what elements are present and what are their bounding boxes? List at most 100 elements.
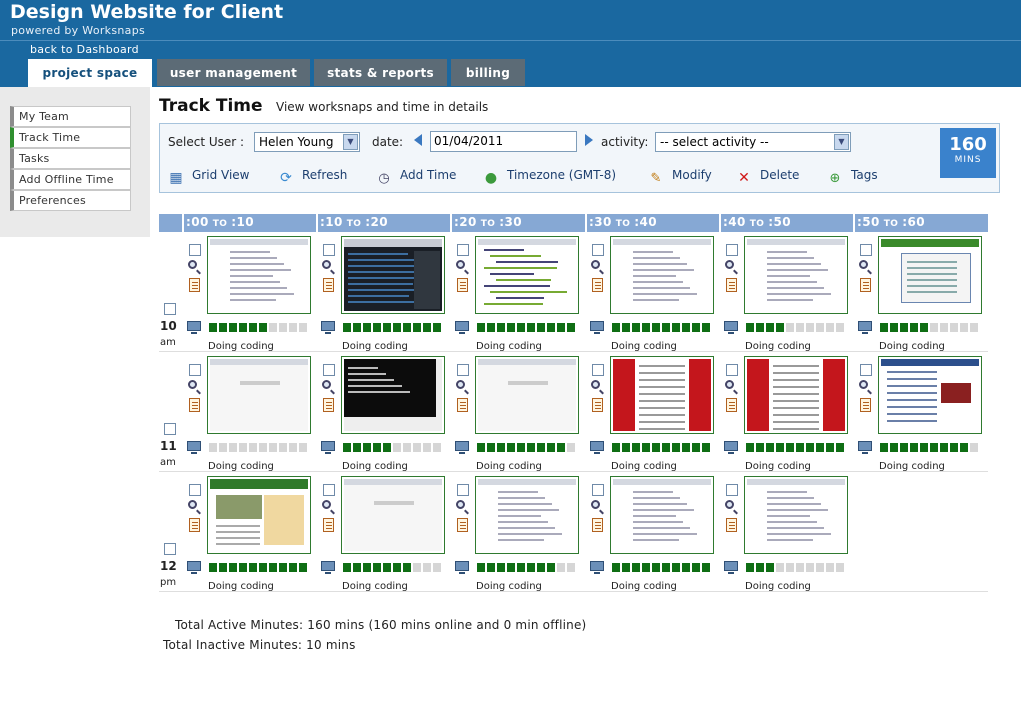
notes-icon[interactable]	[457, 278, 468, 292]
slot-checkbox[interactable]	[592, 244, 604, 256]
notes-icon[interactable]	[726, 398, 737, 412]
screenshot-thumbnail[interactable]	[341, 356, 445, 434]
notes-icon[interactable]	[323, 518, 334, 532]
zoom-icon[interactable]	[322, 260, 331, 269]
sidebar-item-track-time[interactable]: Track Time	[10, 127, 131, 148]
slot-checkbox[interactable]	[726, 484, 738, 496]
slot-checkbox[interactable]	[189, 244, 201, 256]
monitor-icon[interactable]	[455, 441, 469, 454]
zoom-icon[interactable]	[188, 380, 197, 389]
row-select-checkbox[interactable]	[164, 423, 176, 435]
notes-icon[interactable]	[323, 278, 334, 292]
zoom-icon[interactable]	[456, 500, 465, 509]
screenshot-thumbnail[interactable]	[878, 356, 982, 434]
zoom-icon[interactable]	[591, 260, 600, 269]
slot-checkbox[interactable]	[323, 364, 335, 376]
monitor-icon[interactable]	[187, 321, 201, 334]
delete-button[interactable]: ✕ Delete	[736, 168, 799, 186]
notes-icon[interactable]	[592, 398, 603, 412]
screenshot-thumbnail[interactable]	[341, 236, 445, 314]
notes-icon[interactable]	[726, 278, 737, 292]
zoom-icon[interactable]	[859, 260, 868, 269]
sidebar-item-tasks[interactable]: Tasks	[10, 148, 131, 169]
zoom-icon[interactable]	[725, 500, 734, 509]
slot-checkbox[interactable]	[726, 364, 738, 376]
zoom-icon[interactable]	[591, 380, 600, 389]
monitor-icon[interactable]	[590, 561, 604, 574]
monitor-icon[interactable]	[187, 561, 201, 574]
next-date-arrow-icon[interactable]	[585, 134, 593, 146]
monitor-icon[interactable]	[724, 441, 738, 454]
add-time-button[interactable]: ◷ Add Time	[376, 168, 456, 187]
timezone-button[interactable]: ● Timezone (GMT-8)	[483, 168, 616, 186]
notes-icon[interactable]	[189, 398, 200, 412]
sidebar-item-my-team[interactable]: My Team	[10, 106, 131, 127]
screenshot-thumbnail[interactable]	[610, 476, 714, 554]
slot-checkbox[interactable]	[860, 244, 872, 256]
notes-icon[interactable]	[592, 518, 603, 532]
user-select[interactable]: Helen Young ▼	[254, 132, 360, 152]
monitor-icon[interactable]	[858, 441, 872, 454]
slot-checkbox[interactable]	[592, 484, 604, 496]
screenshot-thumbnail[interactable]	[207, 476, 311, 554]
notes-icon[interactable]	[726, 518, 737, 532]
row-select-checkbox[interactable]	[164, 303, 176, 315]
zoom-icon[interactable]	[456, 380, 465, 389]
monitor-icon[interactable]	[321, 561, 335, 574]
prev-date-arrow-icon[interactable]	[414, 134, 422, 146]
monitor-icon[interactable]	[858, 321, 872, 334]
screenshot-thumbnail[interactable]	[744, 356, 848, 434]
zoom-icon[interactable]	[188, 260, 197, 269]
notes-icon[interactable]	[457, 518, 468, 532]
tab-billing[interactable]: billing	[451, 59, 525, 86]
slot-checkbox[interactable]	[457, 244, 469, 256]
zoom-icon[interactable]	[322, 500, 331, 509]
slot-checkbox[interactable]	[189, 364, 201, 376]
tab-user-management[interactable]: user management	[157, 59, 310, 86]
monitor-icon[interactable]	[187, 441, 201, 454]
modify-button[interactable]: ✎ Modify	[648, 168, 712, 187]
screenshot-thumbnail[interactable]	[744, 236, 848, 314]
slot-checkbox[interactable]	[726, 244, 738, 256]
sidebar-item-preferences[interactable]: Preferences	[10, 190, 131, 211]
notes-icon[interactable]	[592, 278, 603, 292]
screenshot-thumbnail[interactable]	[207, 356, 311, 434]
notes-icon[interactable]	[860, 398, 871, 412]
monitor-icon[interactable]	[455, 321, 469, 334]
screenshot-thumbnail[interactable]	[475, 476, 579, 554]
zoom-icon[interactable]	[188, 500, 197, 509]
notes-icon[interactable]	[860, 278, 871, 292]
slot-checkbox[interactable]	[592, 364, 604, 376]
monitor-icon[interactable]	[724, 321, 738, 334]
monitor-icon[interactable]	[321, 321, 335, 334]
slot-checkbox[interactable]	[457, 484, 469, 496]
slot-checkbox[interactable]	[323, 244, 335, 256]
screenshot-thumbnail[interactable]	[207, 236, 311, 314]
tab-project-space[interactable]: project space	[28, 59, 152, 87]
zoom-icon[interactable]	[725, 260, 734, 269]
screenshot-thumbnail[interactable]	[744, 476, 848, 554]
slot-checkbox[interactable]	[189, 484, 201, 496]
tags-button[interactable]: ⊕ Tags	[827, 168, 878, 187]
screenshot-thumbnail[interactable]	[475, 356, 579, 434]
activity-select[interactable]: -- select activity -- ▼	[655, 132, 851, 152]
monitor-icon[interactable]	[590, 441, 604, 454]
monitor-icon[interactable]	[455, 561, 469, 574]
zoom-icon[interactable]	[591, 500, 600, 509]
notes-icon[interactable]	[457, 398, 468, 412]
screenshot-thumbnail[interactable]	[341, 476, 445, 554]
screenshot-thumbnail[interactable]	[475, 236, 579, 314]
date-input[interactable]: 01/04/2011	[430, 131, 577, 152]
screenshot-thumbnail[interactable]	[610, 356, 714, 434]
refresh-button[interactable]: ⟳ Refresh	[278, 168, 347, 186]
slot-checkbox[interactable]	[860, 364, 872, 376]
notes-icon[interactable]	[323, 398, 334, 412]
back-to-dashboard-link[interactable]: back to Dashboard	[30, 43, 139, 56]
monitor-icon[interactable]	[590, 321, 604, 334]
screenshot-thumbnail[interactable]	[878, 236, 982, 314]
zoom-icon[interactable]	[859, 380, 868, 389]
monitor-icon[interactable]	[321, 441, 335, 454]
tab-stats-reports[interactable]: stats & reports	[314, 59, 447, 86]
zoom-icon[interactable]	[322, 380, 331, 389]
monitor-icon[interactable]	[724, 561, 738, 574]
